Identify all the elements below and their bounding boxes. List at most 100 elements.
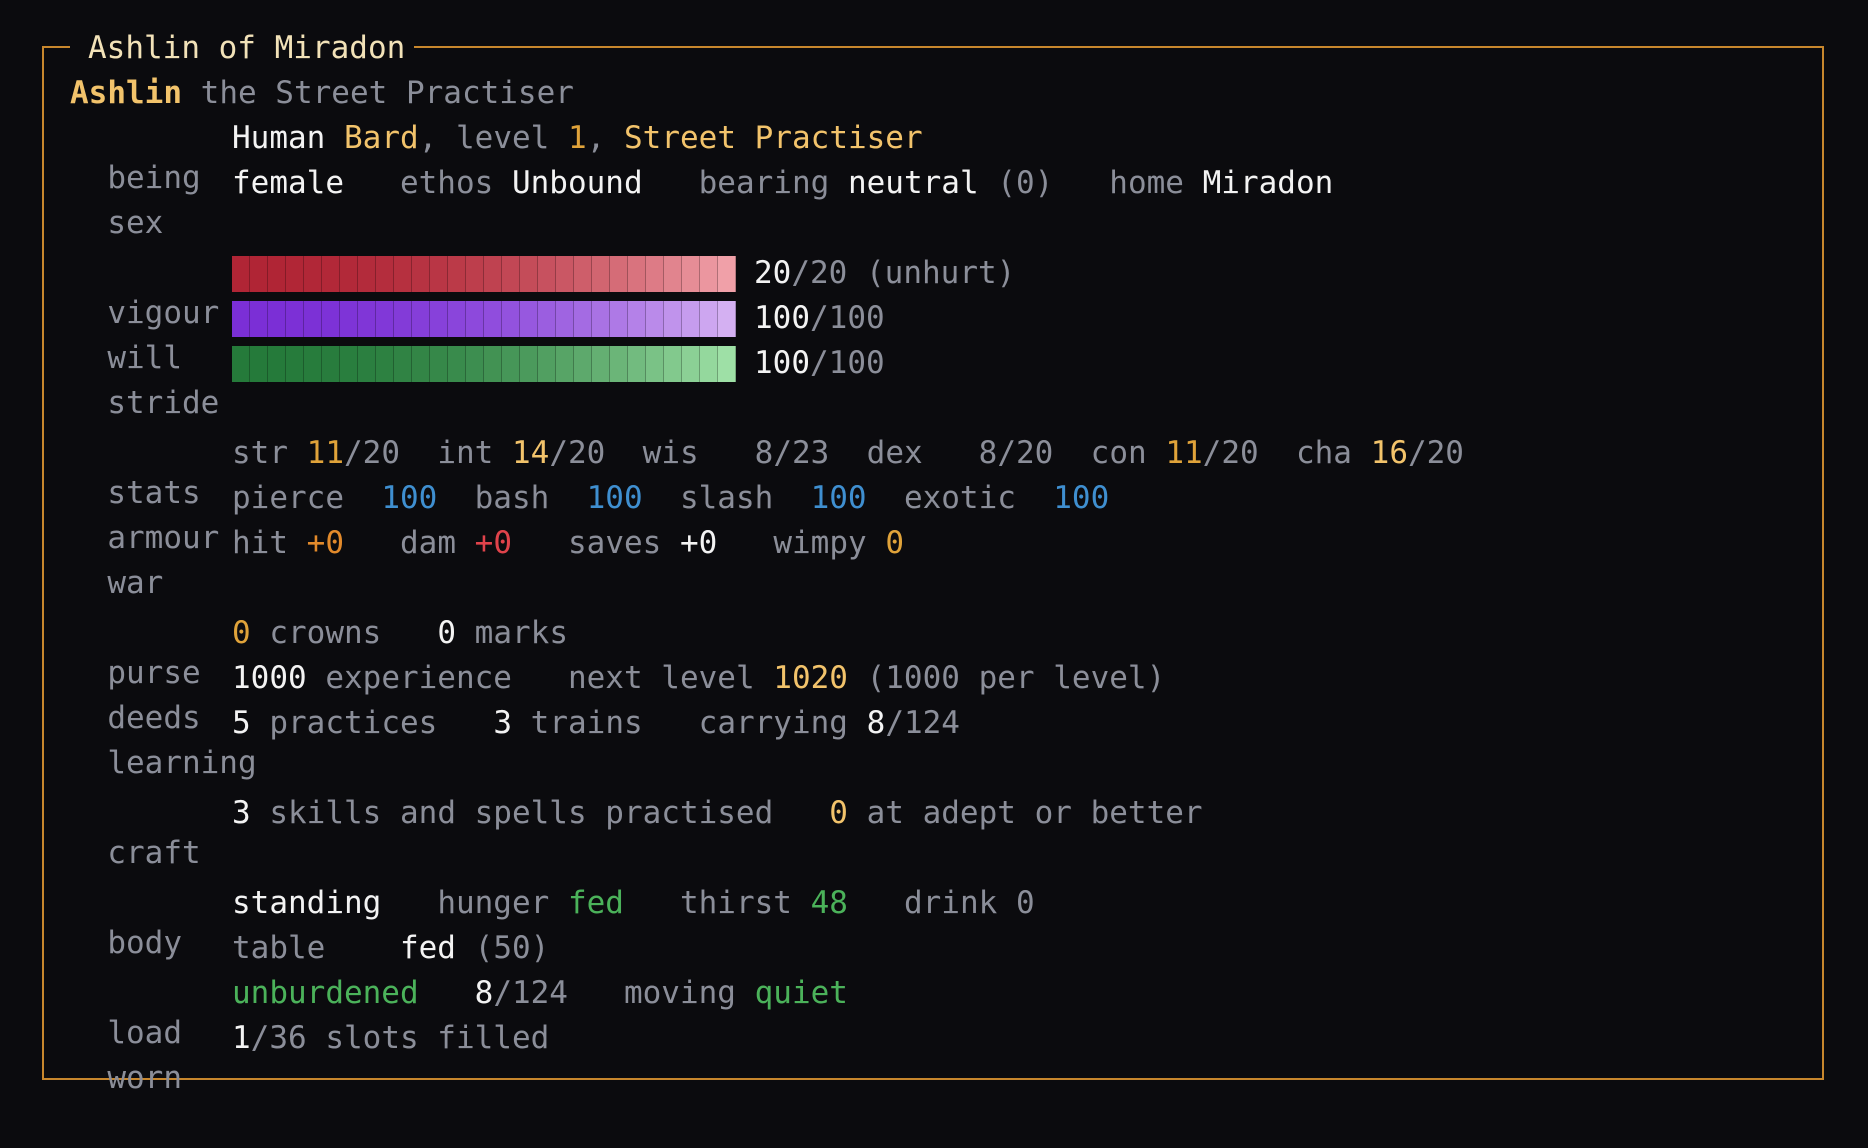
vigour-bar-segment bbox=[358, 256, 376, 292]
crowns-value: 0 bbox=[232, 615, 251, 651]
stride-bar-segment bbox=[358, 346, 376, 382]
worn-row: worn 1/36 slots filled bbox=[107, 1020, 550, 1096]
sex-value: female bbox=[232, 165, 344, 201]
will-bar-segment bbox=[448, 301, 466, 337]
stride-bar-segment bbox=[520, 346, 538, 382]
war-label: war bbox=[107, 565, 164, 601]
learning-label: learning bbox=[107, 745, 257, 781]
stride-row: stride 100/100 bbox=[107, 345, 885, 421]
will-bar-segment bbox=[376, 301, 394, 337]
vigour-bar-segment bbox=[448, 256, 466, 292]
will-bar-segment bbox=[574, 301, 592, 337]
stride-bar bbox=[232, 346, 736, 382]
table-row: table fed (50) bbox=[232, 930, 550, 966]
vigour-bar bbox=[232, 256, 736, 292]
stride-bar-segment bbox=[448, 346, 466, 382]
stride-bar-segment bbox=[574, 346, 592, 382]
craft-label: craft bbox=[107, 835, 201, 871]
will-bar-segment bbox=[610, 301, 628, 337]
stats-row: stats str 11/20 int 14/20 wis 8/23 dex 8… bbox=[107, 435, 1464, 511]
will-bar-segment bbox=[718, 301, 736, 337]
character-header: Ashlin the Street Practiser bbox=[70, 73, 574, 113]
purse-row: purse 0 crowns 0 marks bbox=[107, 615, 568, 691]
will-bar-segment bbox=[646, 301, 664, 337]
will-bar-segment bbox=[304, 301, 322, 337]
will-bar-segment bbox=[538, 301, 556, 337]
str-value: 11 bbox=[306, 435, 344, 471]
stride-bar-segment bbox=[286, 346, 304, 382]
stride-bar-segment bbox=[592, 346, 610, 382]
stride-bar-segment bbox=[646, 346, 664, 382]
vigour-bar-segment bbox=[664, 256, 682, 292]
ethos-value: Unbound bbox=[511, 165, 643, 201]
will-bar-segment bbox=[520, 301, 538, 337]
worn-filled: 1 bbox=[232, 1020, 251, 1056]
will-bar-segment bbox=[268, 301, 286, 337]
practices-value: 5 bbox=[232, 705, 251, 741]
stride-bar-segment bbox=[232, 346, 250, 382]
vigour-bar-segment bbox=[232, 256, 250, 292]
vigour-bar-segment bbox=[304, 256, 322, 292]
stride-bar-segment bbox=[718, 346, 736, 382]
stride-bar-segment bbox=[394, 346, 412, 382]
will-bar-segment bbox=[682, 301, 700, 337]
exotic-value: 100 bbox=[1053, 480, 1110, 516]
stride-bar-segment bbox=[610, 346, 628, 382]
wis-value: 8 bbox=[754, 435, 774, 471]
position-value: standing bbox=[232, 885, 382, 921]
window-title: Ashlin of Miradon bbox=[88, 30, 406, 66]
will-bar-segment bbox=[412, 301, 430, 337]
rank: Street Practiser bbox=[624, 120, 923, 156]
vigour-bar-segment bbox=[538, 256, 556, 292]
vigour-bar-segment bbox=[520, 256, 538, 292]
vigour-bar-segment bbox=[394, 256, 412, 292]
experience-value: 1000 bbox=[232, 660, 307, 696]
trains-value: 3 bbox=[493, 705, 512, 741]
vigour-note: (unhurt) bbox=[866, 255, 1016, 291]
will-bar-segment bbox=[340, 301, 358, 337]
stride-bar-segment bbox=[664, 346, 682, 382]
vigour-bar-segment bbox=[502, 256, 520, 292]
stride-bar-segment bbox=[466, 346, 484, 382]
stride-bar-segment bbox=[484, 346, 502, 382]
hunger-value: fed bbox=[567, 885, 624, 921]
stride-bar-segment bbox=[430, 346, 448, 382]
will-bar-segment bbox=[430, 301, 448, 337]
vigour-bar-segment bbox=[628, 256, 646, 292]
skills-count: 3 bbox=[232, 795, 251, 831]
will-bar-segment bbox=[502, 301, 520, 337]
stride-bar-segment bbox=[322, 346, 340, 382]
load-state: unburdened bbox=[232, 975, 419, 1011]
vigour-bar-segment bbox=[268, 256, 286, 292]
sex-label: sex bbox=[107, 205, 164, 241]
will-bar-segment bbox=[232, 301, 250, 337]
stride-label: stride bbox=[107, 385, 220, 421]
stride-bar-segment bbox=[340, 346, 358, 382]
moving-value: quiet bbox=[754, 975, 848, 1011]
home-value: Miradon bbox=[1202, 165, 1334, 201]
vigour-bar-segment bbox=[484, 256, 502, 292]
will-bar-segment bbox=[700, 301, 718, 337]
vigour-bar-segment bbox=[250, 256, 268, 292]
load-current: 8 bbox=[474, 975, 494, 1011]
load-row: load unburdened 8/124 moving quiet bbox=[107, 975, 848, 1051]
vigour-bar-segment bbox=[718, 256, 736, 292]
vigour-bar-segment bbox=[340, 256, 358, 292]
vigour-bar-segment bbox=[322, 256, 340, 292]
will-bar-segment bbox=[664, 301, 682, 337]
will-bar-segment bbox=[394, 301, 412, 337]
vigour-current: 20 bbox=[754, 255, 792, 291]
learning-row: learning 5 practices 3 trains carrying 8… bbox=[107, 705, 960, 781]
marks-value: 0 bbox=[437, 615, 456, 651]
stride-bar-segment bbox=[628, 346, 646, 382]
vigour-bar-segment bbox=[412, 256, 430, 292]
carrying-value: 8 bbox=[866, 705, 886, 741]
will-current: 100 bbox=[754, 300, 810, 336]
will-bar-segment bbox=[556, 301, 574, 337]
will-row: will 100/100 bbox=[107, 300, 885, 376]
table-value: fed bbox=[399, 930, 456, 966]
stride-bar-segment bbox=[700, 346, 718, 382]
will-bar-segment bbox=[466, 301, 484, 337]
stride-bar-segment bbox=[376, 346, 394, 382]
character-name: Ashlin bbox=[70, 75, 182, 111]
